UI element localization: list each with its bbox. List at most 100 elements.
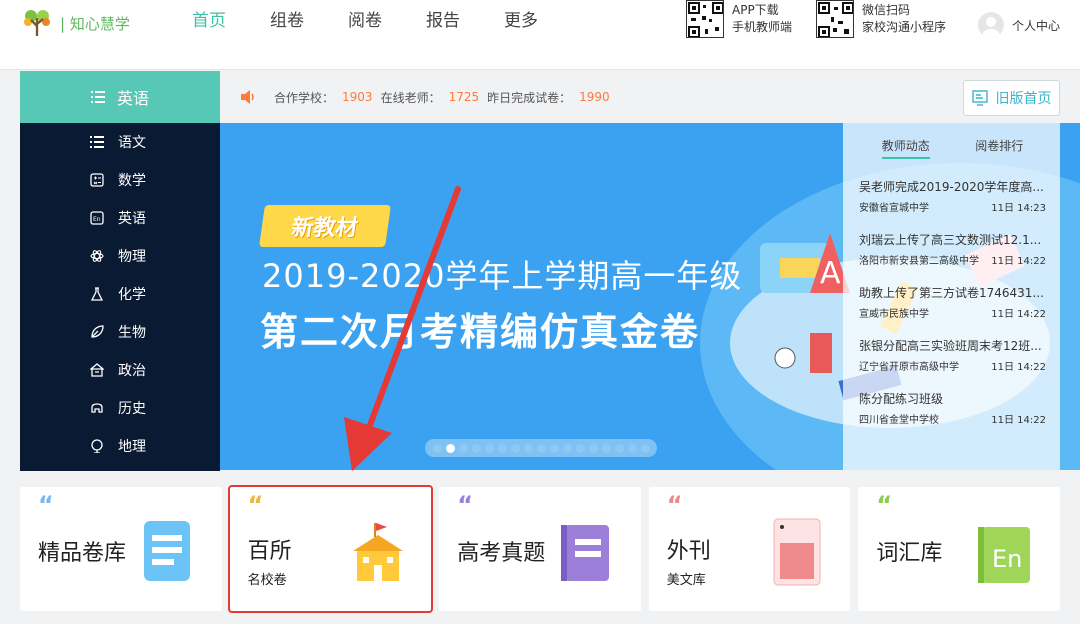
carousel-dot[interactable]	[497, 443, 507, 453]
feed-list: 吴老师完成2019-2020学年度高... 安徽省宣城中学 11日 14:23 刘瑞云…	[859, 179, 1046, 444]
carousel-dot[interactable]	[471, 443, 481, 453]
subject-item[interactable]: 物理	[20, 237, 220, 275]
subject-label: 数学	[118, 173, 146, 189]
carousel-dot[interactable]	[640, 443, 650, 453]
speaker-icon	[241, 90, 254, 104]
subject-item[interactable]: 历史	[20, 389, 220, 427]
nav-report[interactable]: 报告	[404, 10, 482, 32]
avatar	[978, 12, 1004, 38]
carousel-dot[interactable]	[562, 443, 572, 453]
calculator-icon	[90, 173, 104, 187]
subject-label: 政治	[118, 363, 146, 379]
subject-item[interactable]: 地理	[20, 427, 220, 465]
feed-item[interactable]: 陈分配练习班级 四川省金堂中学校 11日 14:22	[859, 391, 1046, 444]
subject-label: 生物	[118, 325, 146, 341]
carousel-dot[interactable]	[575, 443, 585, 453]
carousel-dot[interactable]	[588, 443, 598, 453]
feed-item-school: 洛阳市新安县第二高级中学	[859, 256, 979, 267]
user-center[interactable]: 个人中心	[978, 12, 1060, 38]
teachers-count: 1725	[448, 90, 480, 104]
carousel-dot[interactable]	[549, 443, 559, 453]
banner-tag: 新教材	[259, 205, 391, 247]
list-icon	[90, 91, 105, 103]
schools-count: 1903	[342, 90, 373, 104]
building-icon	[90, 363, 104, 377]
subject-item[interactable]: 生物	[20, 313, 220, 351]
tab-grading-ranking[interactable]: 阅卷排行	[975, 137, 1023, 159]
feed-item[interactable]: 吴老师完成2019-2020学年度高... 安徽省宣城中学 11日 14:23	[859, 179, 1046, 232]
quote-icon: “	[247, 491, 264, 519]
current-subject[interactable]: 英语	[20, 71, 220, 123]
carousel-dot[interactable]	[484, 443, 494, 453]
subject-sidebar: 英语 语文数学 En 英语物理化学生物政治历史 地理	[20, 71, 220, 471]
subject-item[interactable]: 语文	[20, 123, 220, 161]
carousel-dot[interactable]	[432, 443, 442, 453]
subject-item[interactable]: 政治	[20, 351, 220, 389]
carousel-dot[interactable]	[510, 443, 520, 453]
quote-icon: “	[38, 491, 54, 519]
card-gaokao-papers[interactable]: “ 高考真题	[439, 487, 641, 611]
feed-item-title: 助教上传了第三方试卷1746431...	[859, 286, 1044, 300]
logo[interactable]: | 知心慧学	[20, 8, 130, 38]
card-title: 百所	[247, 539, 292, 564]
feed-item-school: 宣威市民族中学	[859, 309, 929, 320]
wechat-miniprogram-label: 家校沟通小程序	[862, 20, 947, 34]
feed-tabs: 教师动态 阅卷排行	[859, 137, 1046, 159]
wechat-miniprogram[interactable]: 微信扫码 家校沟通小程序	[816, 0, 946, 38]
app-download[interactable]: APP下载 手机教师端	[686, 0, 792, 38]
banner-title: 第二次月考精编仿真金卷	[260, 310, 701, 354]
app-download-label: APP下载	[732, 3, 779, 17]
carousel-dot[interactable]	[536, 443, 546, 453]
quote-icon: “	[457, 491, 473, 519]
old-home-button[interactable]: 旧版首页	[963, 80, 1060, 116]
subject-item[interactable]: 数学	[20, 161, 220, 199]
card-title: 精品卷库	[38, 541, 127, 566]
carousel-dot[interactable]	[601, 443, 611, 453]
document-icon	[143, 521, 190, 581]
feed-item[interactable]: 刘瑞云上传了高三文数测试12.1... 洛阳市新安县第二高级中学 11日 14:22	[859, 232, 1046, 285]
feed-item-title: 刘瑞云上传了高三文数测试12.1...	[859, 233, 1042, 247]
nav-grading[interactable]: 阅卷	[326, 10, 404, 32]
en-icon: En	[90, 211, 104, 225]
feed-item-school: 安徽省宣城中学	[859, 203, 929, 214]
card-premium-papers[interactable]: “ 精品卷库	[20, 487, 222, 611]
magazine-icon	[773, 518, 821, 586]
carousel-dot[interactable]	[523, 443, 533, 453]
subject-list: 语文数学 En 英语物理化学生物政治历史 地理	[20, 123, 220, 465]
stats-bar: 合作学校： 1903 在线老师： 1725 昨日完成试卷： 1990	[240, 84, 610, 110]
carousel-dot[interactable]	[614, 443, 624, 453]
nav-compose[interactable]: 组卷	[248, 10, 326, 32]
carousel-dot[interactable]	[458, 443, 468, 453]
quote-icon: “	[666, 491, 683, 519]
quote-icon: “	[876, 491, 893, 519]
subject-label: 英语	[118, 211, 146, 227]
current-subject-label: 英语	[116, 89, 149, 108]
feed-item-school: 四川省金堂中学校	[859, 415, 939, 426]
card-top-school-papers[interactable]: “ 百所 名校卷	[227, 485, 434, 613]
school-icon	[353, 523, 404, 581]
subject-label: 语文	[118, 135, 146, 151]
subject-label: 物理	[118, 249, 146, 265]
svg-text:En: En	[992, 545, 1022, 573]
tab-teacher-activity[interactable]: 教师动态	[881, 137, 930, 159]
feed-item[interactable]: 张银分配高三实验班周末考12班... 辽宁省开原市高级中学 11日 14:22	[859, 338, 1046, 391]
wechat-scan-label: 微信扫码	[862, 3, 911, 17]
card-foreign-journals[interactable]: “ 外刊 美文库	[648, 487, 851, 611]
feed-item-time: 11日 14:22	[991, 362, 1046, 373]
carousel-dot[interactable]	[445, 443, 455, 453]
list-icon	[90, 136, 104, 148]
resource-cards: “ 精品卷库 “ 百所 名校卷 “ 高考真题 “ 外刊 美文库 “ 词汇库 En	[20, 485, 1060, 613]
subject-label: 化学	[118, 287, 146, 303]
nav-more[interactable]: 更多	[482, 10, 560, 32]
carousel-dot[interactable]	[627, 443, 637, 453]
nav-home[interactable]: 首页	[170, 10, 248, 32]
card-vocabulary[interactable]: “ 词汇库 En	[858, 487, 1060, 611]
feed-item-time: 11日 14:22	[991, 415, 1046, 426]
subject-item[interactable]: En 英语	[20, 199, 220, 237]
feed-item[interactable]: 助教上传了第三方试卷1746431... 宣威市民族中学 11日 14:22	[859, 285, 1046, 338]
feed-item-title: 吴老师完成2019-2020学年度高...	[859, 180, 1044, 194]
papers-label: 昨日完成试卷：	[487, 90, 572, 105]
helmet-icon	[91, 403, 103, 413]
subject-item[interactable]: 化学	[20, 275, 220, 313]
flask-icon	[90, 287, 104, 301]
